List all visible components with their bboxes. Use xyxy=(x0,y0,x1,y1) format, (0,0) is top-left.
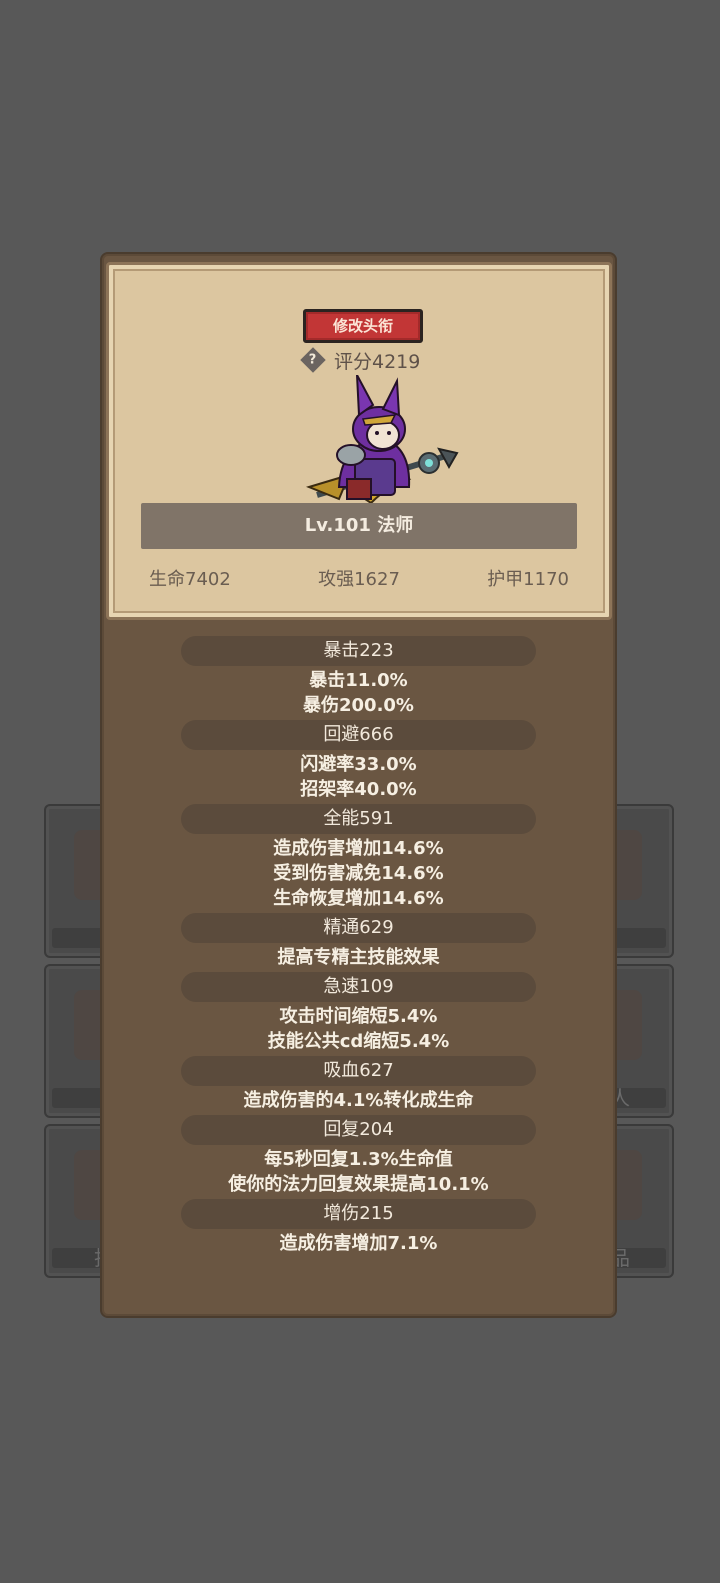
character-card: 修改头衔 ? 评分4219 Lv.101 法师 生命7402 攻强1627 护甲… xyxy=(106,262,612,620)
attribute-effect-line: 攻击时间缩短5.4% xyxy=(279,1006,438,1027)
class-level-banner: Lv.101 法师 xyxy=(141,503,577,549)
attribute-effect-line: 造成伤害增加14.6% xyxy=(273,838,444,859)
base-stats-row: 生命7402 攻强1627 护甲1170 xyxy=(149,565,569,595)
attribute-header: 回复204 xyxy=(181,1115,536,1145)
attribute-header: 增伤215 xyxy=(181,1199,536,1229)
attribute-effect-line: 提高专精主技能效果 xyxy=(277,947,440,968)
attribute-effect-line: 招架率40.0% xyxy=(300,779,417,800)
attribute-effect-line: 造成伤害的4.1%转化成生命 xyxy=(243,1090,474,1111)
attribute-effect-line: 受到伤害减免14.6% xyxy=(273,863,444,884)
attribute-effect-line: 每5秒回复1.3%生命值 xyxy=(264,1149,453,1170)
armor-stat: 护甲1170 xyxy=(487,569,569,590)
score-text: 评分4219 xyxy=(334,350,421,373)
attribute-effect-line: 造成伤害增加7.1% xyxy=(279,1233,438,1254)
attribute-header: 精通629 xyxy=(181,913,536,943)
attribute-effect-line: 使你的法力回复效果提高10.1% xyxy=(228,1174,489,1195)
character-stats-panel: 修改头衔 ? 评分4219 Lv.101 法师 生命7402 攻强1627 护甲… xyxy=(100,252,617,1318)
help-icon[interactable]: ? xyxy=(300,347,326,373)
attack-stat: 攻强1627 xyxy=(318,569,400,590)
score-row: ? 评分4219 xyxy=(299,345,420,375)
attribute-effect-line: 闪避率33.0% xyxy=(300,754,417,775)
attribute-header: 暴击223 xyxy=(181,636,536,666)
attribute-list: 暴击223 暴击11.0% 暴伤200.0% 回避666 闪避率33.0% 招架率40.0… xyxy=(102,634,615,1256)
attribute-header: 急速109 xyxy=(181,972,536,1002)
attribute-header: 吸血627 xyxy=(181,1056,536,1086)
mage-character-sprite xyxy=(305,375,459,505)
attribute-effect-line: 暴伤200.0% xyxy=(303,695,414,716)
attribute-effect-line: 生命恢复增加14.6% xyxy=(273,888,444,909)
change-title-button[interactable]: 修改头衔 xyxy=(303,309,423,343)
attribute-effect-line: 暴击11.0% xyxy=(309,670,408,691)
attribute-header: 回避666 xyxy=(181,720,536,750)
hp-stat: 生命7402 xyxy=(149,569,231,590)
attribute-header: 全能591 xyxy=(181,804,536,834)
attribute-effect-line: 技能公共cd缩短5.4% xyxy=(267,1031,450,1052)
